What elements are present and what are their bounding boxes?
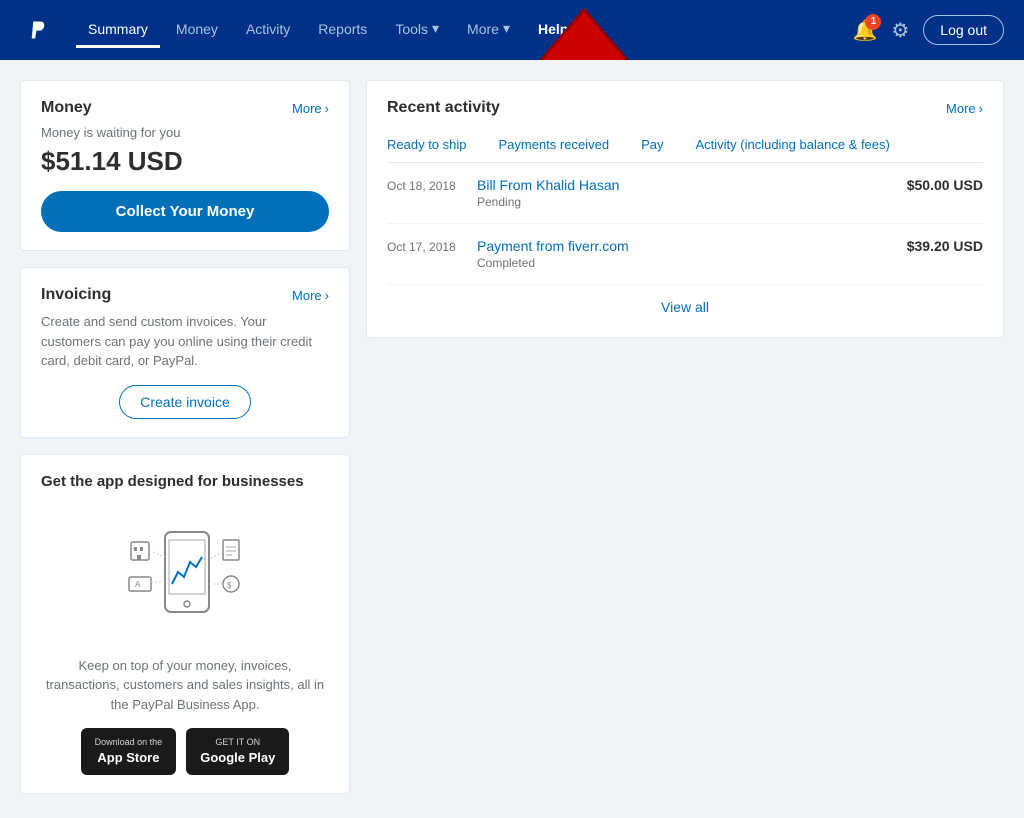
chevron-down-icon: ▾	[503, 20, 510, 37]
money-card-more[interactable]: More ›	[292, 101, 329, 116]
invoicing-card: Invoicing More › Create and send custom …	[20, 267, 350, 438]
paypal-logo	[20, 12, 56, 48]
app-badges: Download on the App Store GET IT ON Goog…	[41, 728, 329, 775]
tab-ready-to-ship[interactable]: Ready to ship	[387, 131, 483, 162]
activity-date-2: Oct 17, 2018	[387, 238, 477, 254]
googleplay-button[interactable]: GET IT ON Google Play	[186, 728, 289, 775]
balance-amount: $51.14 USD	[41, 146, 329, 177]
chevron-right-icon: ›	[325, 288, 329, 303]
activity-name-2[interactable]: Payment from fiverr.com	[477, 238, 907, 254]
app-promo-card: Get the app designed for businesses	[20, 454, 350, 794]
appstore-label: Download on the	[95, 736, 163, 749]
settings-button[interactable]: ⚙	[891, 18, 909, 43]
googleplay-label: GET IT ON	[215, 736, 260, 749]
activity-header: Recent activity More ›	[387, 99, 983, 117]
view-all-link[interactable]: View all	[661, 299, 709, 315]
tab-activity-fees[interactable]: Activity (including balance & fees)	[695, 131, 905, 162]
activity-status-2: Completed	[477, 256, 907, 270]
view-all: View all	[387, 285, 983, 319]
money-card-header: Money More ›	[41, 99, 329, 117]
nav-item-help[interactable]: Help	[526, 13, 580, 48]
navbar-right: 🔔 1 ⚙ Log out	[852, 15, 1004, 45]
money-card-subtitle: Money is waiting for you	[41, 125, 329, 140]
navbar: Summary Money Activity Reports Tools ▾ M…	[0, 0, 1024, 60]
activity-row: Oct 17, 2018 Payment from fiverr.com Com…	[387, 224, 983, 285]
appstore-button[interactable]: Download on the App Store	[81, 728, 177, 775]
svg-text:$: $	[227, 581, 232, 590]
chevron-right-icon: ›	[325, 101, 329, 116]
invoicing-card-header: Invoicing More ›	[41, 286, 329, 304]
activity-row: Oct 18, 2018 Bill From Khalid Hasan Pend…	[387, 163, 983, 224]
notification-badge: 1	[865, 14, 881, 30]
nav-item-more[interactable]: More ▾	[455, 12, 522, 48]
tab-pay[interactable]: Pay	[641, 131, 679, 162]
invoicing-description: Create and send custom invoices. Your cu…	[41, 312, 329, 371]
activity-title: Recent activity	[387, 99, 500, 117]
money-card-title: Money	[41, 99, 92, 117]
activity-status-1: Pending	[477, 195, 907, 209]
app-promo-title: Get the app designed for businesses	[41, 473, 329, 490]
activity-amount-1: $50.00 USD	[907, 177, 983, 193]
nav-item-activity[interactable]: Activity	[234, 13, 302, 48]
main-content: Money More › Money is waiting for you $5…	[0, 60, 1024, 814]
svg-text:A: A	[135, 580, 141, 589]
collect-money-button[interactable]: Collect Your Money	[41, 191, 329, 232]
activity-name-1[interactable]: Bill From Khalid Hasan	[477, 177, 907, 193]
gear-icon: ⚙	[891, 20, 909, 42]
nav-item-money[interactable]: Money	[164, 13, 230, 48]
appstore-name: App Store	[97, 749, 159, 767]
invoicing-card-title: Invoicing	[41, 286, 111, 304]
nav-item-tools[interactable]: Tools ▾	[383, 12, 451, 48]
chevron-right-icon: ›	[979, 101, 983, 116]
money-card: Money More › Money is waiting for you $5…	[20, 80, 350, 251]
activity-info-2: Payment from fiverr.com Completed	[477, 238, 907, 270]
activity-more[interactable]: More ›	[946, 101, 983, 116]
googleplay-name: Google Play	[200, 749, 275, 767]
app-promo-description: Keep on top of your money, invoices, tra…	[41, 656, 329, 715]
create-invoice-button[interactable]: Create invoice	[119, 385, 251, 419]
activity-info-1: Bill From Khalid Hasan Pending	[477, 177, 907, 209]
activity-tabs: Ready to ship Payments received Pay Acti…	[387, 131, 983, 163]
activity-date-1: Oct 18, 2018	[387, 177, 477, 193]
app-illustration: A $	[41, 502, 329, 642]
chevron-down-icon: ▾	[432, 20, 439, 37]
nav-item-reports[interactable]: Reports	[306, 13, 379, 48]
left-column: Money More › Money is waiting for you $5…	[20, 80, 350, 794]
invoicing-card-more[interactable]: More ›	[292, 288, 329, 303]
nav-item-summary[interactable]: Summary	[76, 13, 160, 48]
activity-amount-2: $39.20 USD	[907, 238, 983, 254]
activity-card: Recent activity More › Ready to ship Pay…	[366, 80, 1004, 338]
notification-button[interactable]: 🔔 1	[852, 18, 877, 43]
right-column: Recent activity More › Ready to ship Pay…	[366, 80, 1004, 794]
logout-button[interactable]: Log out	[923, 15, 1004, 45]
nav-menu: Summary Money Activity Reports Tools ▾ M…	[76, 12, 852, 48]
tab-payments-received[interactable]: Payments received	[499, 131, 626, 162]
